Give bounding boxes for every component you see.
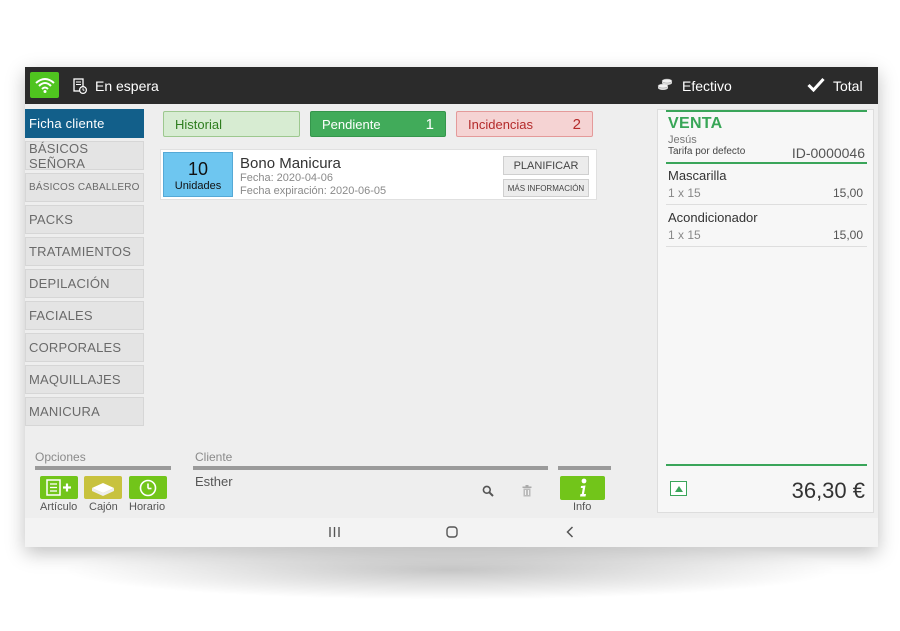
- total-button-label[interactable]: Total: [833, 78, 863, 94]
- clock-icon: [139, 479, 157, 496]
- bono-unit: Unidades: [174, 180, 222, 192]
- top-bar: En espera Efectivo Total: [25, 67, 878, 104]
- sale-total: 36,30 €: [791, 478, 865, 503]
- horario-label: Horario: [129, 501, 166, 513]
- category-manicura[interactable]: MANICURA: [25, 397, 144, 426]
- trash-icon[interactable]: [522, 485, 532, 497]
- sale-panel: VENTA Jesús Tarifa por defecto ID-000004…: [657, 109, 874, 513]
- cash-drawer-icon: [92, 482, 114, 496]
- sale-item-name[interactable]: Mascarilla: [668, 168, 727, 183]
- sale-id-line: [666, 162, 867, 164]
- caret-up-icon: [674, 485, 683, 492]
- articulo-button[interactable]: [40, 476, 78, 499]
- bono-quantity: 10: [187, 159, 209, 179]
- category-faciales[interactable]: FACIALES: [25, 301, 144, 330]
- wifi-icon: [34, 78, 55, 93]
- mas-informacion-button[interactable]: MÁS INFORMACIÓN: [503, 179, 589, 197]
- bono-expiry: Fecha expiración: 2020-06-05: [240, 185, 387, 197]
- info-button[interactable]: [560, 476, 605, 500]
- sale-item-price: 15,00: [832, 186, 863, 200]
- expand-totals-button[interactable]: [670, 481, 687, 496]
- articulo-label: Artículo: [40, 501, 78, 513]
- bono-card: 10 Unidades Bono Manicura Fecha: 2020-04…: [160, 149, 597, 200]
- check-icon[interactable]: [807, 77, 825, 92]
- sale-tarifa: Tarifa por defecto: [668, 146, 746, 157]
- recent-apps-icon[interactable]: [329, 527, 340, 537]
- client-divider: [193, 466, 548, 470]
- bono-date: Fecha: 2020-04-06: [240, 172, 333, 184]
- info-icon: [579, 478, 586, 497]
- tab-incidencias-label: Incidencias: [468, 116, 534, 132]
- tab-incidencias[interactable]: Incidencias 2: [456, 111, 593, 137]
- sale-item-price: 15,00: [832, 228, 863, 242]
- tab-historial-label: Historial: [175, 116, 222, 132]
- tab-pendiente-label: Pendiente: [322, 116, 381, 132]
- coins-icon[interactable]: [657, 78, 673, 93]
- sale-item-name[interactable]: Acondicionador: [668, 210, 758, 225]
- tab-pendiente-count: 1: [425, 115, 434, 133]
- tab-pendiente[interactable]: Pendiente 1: [310, 111, 446, 137]
- sale-total-line: [666, 464, 867, 466]
- sale-item-qty: 1 x 15: [668, 228, 701, 242]
- sale-id: ID-0000046: [791, 145, 865, 161]
- pos-app-window: En espera Efectivo Total Ficha cliente B…: [25, 67, 878, 547]
- options-divider: [35, 466, 171, 470]
- options-section-label: Opciones: [35, 450, 86, 464]
- wait-label[interactable]: En espera: [95, 78, 159, 94]
- category-maquillajes[interactable]: MAQUILLAJES: [25, 365, 144, 394]
- bono-quantity-box: 10 Unidades: [163, 152, 233, 197]
- sale-item-qty: 1 x 15: [668, 186, 701, 200]
- back-icon[interactable]: [566, 526, 574, 538]
- category-list: Ficha cliente BÁSICOS SEÑORA BÁSICOS CAB…: [25, 109, 144, 429]
- payment-method-label[interactable]: Efectivo: [682, 78, 732, 94]
- category-tratamientos[interactable]: TRATAMIENTOS: [25, 237, 144, 266]
- home-icon[interactable]: [446, 526, 458, 538]
- device-shadow: [60, 540, 840, 600]
- search-icon[interactable]: [482, 485, 494, 497]
- info-divider: [558, 466, 611, 470]
- bono-title: Bono Manicura: [240, 155, 341, 172]
- horario-button[interactable]: [129, 476, 167, 499]
- receipt-clock-icon[interactable]: [73, 78, 87, 94]
- sale-title: VENTA: [668, 115, 723, 132]
- wifi-button[interactable]: [30, 72, 59, 98]
- sale-client-name[interactable]: Jesús: [668, 134, 697, 146]
- sale-header-line: [666, 110, 867, 112]
- category-depilacion[interactable]: DEPILACIÓN: [25, 269, 144, 298]
- info-label: Info: [573, 501, 592, 513]
- sale-item-separator: [666, 204, 867, 205]
- tab-historial[interactable]: Historial: [163, 111, 300, 137]
- add-article-icon: [46, 479, 71, 496]
- client-name-field[interactable]: Esther: [195, 474, 233, 489]
- tab-incidencias-count: 2: [572, 115, 581, 133]
- category-basicos-caballero[interactable]: BÁSICOS CABALLERO: [25, 173, 144, 202]
- category-ficha-cliente[interactable]: Ficha cliente: [25, 109, 144, 138]
- category-packs[interactable]: PACKS: [25, 205, 144, 234]
- category-corporales[interactable]: CORPORALES: [25, 333, 144, 362]
- planificar-button[interactable]: PLANIFICAR: [503, 156, 589, 175]
- cajon-label: Cajón: [89, 501, 118, 513]
- sale-item-separator: [666, 246, 867, 247]
- android-navbar: [25, 518, 878, 547]
- client-section-label: Cliente: [195, 450, 233, 464]
- category-basicos-senora[interactable]: BÁSICOS SEÑORA: [25, 141, 144, 171]
- cajon-button[interactable]: [84, 476, 122, 499]
